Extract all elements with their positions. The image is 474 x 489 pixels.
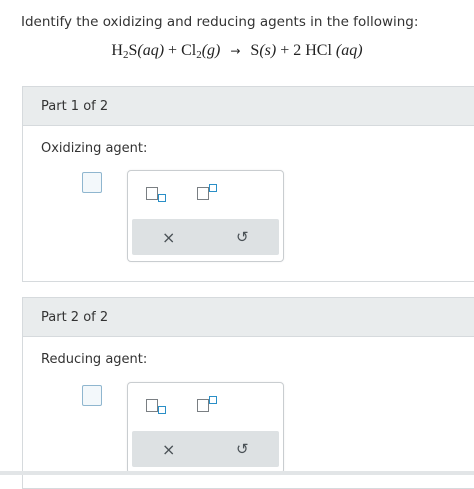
superscript-template-icon xyxy=(197,187,209,200)
undo-button[interactable]: ↺ xyxy=(206,431,280,467)
reactant-cl2: Cl2(g) xyxy=(181,42,221,61)
clear-button[interactable]: × xyxy=(132,431,206,467)
subscript-template-button[interactable] xyxy=(144,184,170,202)
palette-action-bar: × ↺ xyxy=(132,219,279,255)
formula-palette: × ↺ xyxy=(127,170,284,262)
product-hcl: 2 HCl (aq) xyxy=(293,42,363,59)
undo-button[interactable]: ↺ xyxy=(206,219,280,255)
subscript-template-button[interactable] xyxy=(144,396,170,414)
undo-icon: ↺ xyxy=(235,228,249,246)
part-1-header: Part 1 of 2 xyxy=(23,87,474,126)
clear-button[interactable]: × xyxy=(132,219,206,255)
palette-action-bar: × ↺ xyxy=(132,431,279,467)
superscript-template-button[interactable] xyxy=(195,396,221,414)
plus-sign: + xyxy=(168,42,178,59)
reaction-arrow: → xyxy=(230,44,241,58)
plus-sign: + xyxy=(280,42,290,59)
undo-icon: ↺ xyxy=(235,440,249,458)
product-s: S(s) xyxy=(250,42,277,59)
x-icon: × xyxy=(162,227,176,247)
superscript-template-icon xyxy=(197,399,209,412)
part-1-panel: Part 1 of 2 Oxidizing agent: × ↺ xyxy=(22,86,474,282)
bottom-scroll-edge xyxy=(0,471,474,475)
subscript-template-icon xyxy=(146,399,158,412)
reactant-h2s: H2S(aq) xyxy=(111,42,165,61)
oxidizing-agent-input[interactable] xyxy=(82,172,102,193)
reducing-agent-input[interactable] xyxy=(82,385,102,406)
formula-palette: × ↺ xyxy=(127,382,284,474)
superscript-template-button[interactable] xyxy=(195,184,221,202)
x-icon: × xyxy=(162,439,176,459)
subscript-template-icon xyxy=(146,187,158,200)
chemical-equation: H2S(aq) + Cl2(g) → S(s) + 2 HCl (aq) xyxy=(0,42,474,61)
question-prompt: Identify the oxidizing and reducing agen… xyxy=(21,14,419,30)
part-2-panel: Part 2 of 2 Reducing agent: × ↺ xyxy=(22,297,474,489)
reducing-agent-label: Reducing agent: xyxy=(41,352,148,367)
part-2-header: Part 2 of 2 xyxy=(23,298,474,337)
oxidizing-agent-label: Oxidizing agent: xyxy=(41,141,148,156)
